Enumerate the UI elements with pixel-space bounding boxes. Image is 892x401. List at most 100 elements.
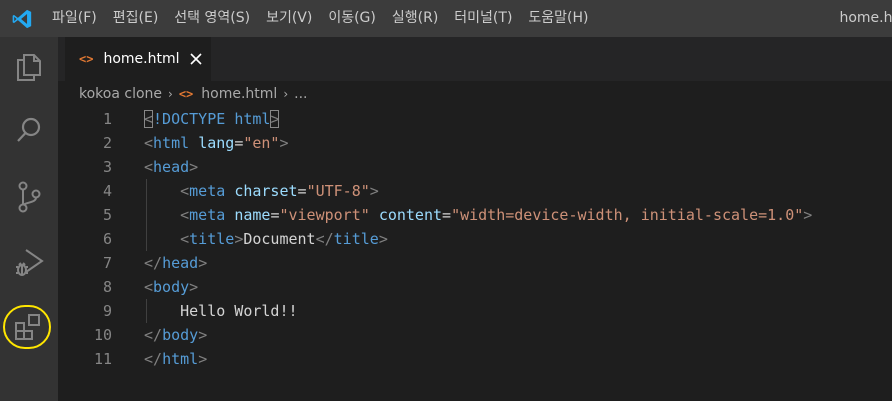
line-number: 5 <box>102 206 112 224</box>
code-line[interactable]: 2 <html lang="en"> <box>58 131 892 155</box>
code-token: < <box>144 134 154 152</box>
code-line[interactable]: 5 <meta name="viewport" content="width=d… <box>58 203 892 227</box>
code-token: < <box>144 278 154 296</box>
code-token: meta <box>189 182 235 200</box>
close-icon[interactable] <box>188 51 204 67</box>
code-token: "en" <box>243 134 280 152</box>
menu-item[interactable]: 도움말(H) <box>520 0 596 37</box>
code-line[interactable]: 8 <body> <box>58 275 892 299</box>
line-code: <html lang="en"> <box>144 131 289 155</box>
breadcrumb-folder[interactable]: kokoa clone <box>79 86 162 102</box>
html-file-icon: <> <box>79 52 94 66</box>
line-code: </html> <box>144 347 207 371</box>
activity-bar <box>0 37 58 401</box>
code-token: body <box>153 278 190 296</box>
line-number: 7 <box>102 254 112 272</box>
code-token: < <box>144 110 154 128</box>
code-token: Document <box>243 230 316 248</box>
line-number: 9 <box>102 302 112 320</box>
code-token: charset <box>234 182 298 200</box>
menu-item[interactable]: 이동(G) <box>320 0 384 37</box>
code-token: Hello World!! <box>144 302 298 320</box>
code-token: > <box>234 230 244 248</box>
search-icon[interactable] <box>0 107 58 155</box>
code-line[interactable]: 9 Hello World!! <box>58 299 892 323</box>
code-token: "UTF-8" <box>306 182 370 200</box>
line-number: 1 <box>102 110 112 128</box>
line-code: <body> <box>144 275 198 299</box>
run-debug-icon[interactable] <box>0 238 58 286</box>
window-title: home.ht <box>839 10 892 26</box>
code-token: > <box>189 278 199 296</box>
tab-label: home.html <box>103 51 180 67</box>
code-line[interactable]: 3 <head> <box>58 155 892 179</box>
code-token: > <box>279 134 289 152</box>
code-line[interactable]: 1 <!DOCTYPE html> <box>58 107 892 131</box>
code-token: !DOCTYPE <box>153 110 235 128</box>
code-token: > <box>803 206 813 224</box>
line-number: 11 <box>93 350 112 368</box>
line-code: <!DOCTYPE html> <box>144 107 280 131</box>
code-editor[interactable]: 1 <!DOCTYPE html> 2 <html lang="en"> 3 <head>… <box>58 107 892 401</box>
line-number: 3 <box>102 158 112 176</box>
code-token: html <box>153 134 199 152</box>
chevron-right-icon: › <box>168 87 173 101</box>
line-code: Hello World!! <box>144 299 298 323</box>
code-token: < <box>144 158 154 176</box>
code-token: = <box>297 182 307 200</box>
code-line[interactable]: 10 </body> <box>58 323 892 347</box>
html-file-icon: <> <box>178 87 194 101</box>
line-number: 8 <box>102 278 112 296</box>
breadcrumb-file[interactable]: home.html <box>201 86 277 102</box>
code-line[interactable]: 11 </html> <box>58 347 892 371</box>
code-token: > <box>189 158 199 176</box>
code-line[interactable]: 7 </head> <box>58 251 892 275</box>
line-code: </head> <box>144 251 207 275</box>
chevron-right-icon: › <box>283 87 289 101</box>
source-control-icon[interactable] <box>0 173 58 221</box>
line-number: 6 <box>102 230 112 248</box>
title-bar: 파일(F) 편집(E) 선택 영역(S) 보기(V) 이동(G) 실행(R) 터미널(T) 도… <box>0 0 892 37</box>
code-token: = <box>442 206 452 224</box>
vscode-logo-icon <box>0 0 44 37</box>
code-token: head <box>162 254 199 272</box>
menu-item[interactable]: 파일(F) <box>44 0 105 37</box>
code-line[interactable]: 6 <title>Document</title> <box>58 227 892 251</box>
code-token: </ <box>144 254 163 272</box>
line-code: </body> <box>144 323 207 347</box>
menu-item[interactable]: 편집(E) <box>105 0 167 37</box>
menu-item[interactable]: 선택 영역(S) <box>166 0 258 37</box>
menu-item[interactable]: 보기(V) <box>258 0 320 37</box>
vscode-window: 파일(F) 편집(E) 선택 영역(S) 보기(V) 이동(G) 실행(R) 터미널(T) 도… <box>0 0 892 401</box>
line-number: 2 <box>102 134 112 152</box>
code-token: lang <box>198 134 235 152</box>
code-token: content <box>378 206 443 224</box>
code-token: > <box>198 350 208 368</box>
code-token: title <box>333 230 379 248</box>
menu-item[interactable]: 실행(R) <box>384 0 446 37</box>
code-token: "width=device-width, initial-scale=1.0" <box>451 206 804 224</box>
code-token: name <box>234 206 271 224</box>
code-token: > <box>378 230 388 248</box>
files-icon[interactable] <box>0 43 58 91</box>
indent-guide <box>146 299 147 323</box>
code-token: > <box>369 182 379 200</box>
tab-home-html[interactable]: <> home.html <box>65 37 211 81</box>
code-token: body <box>162 326 199 344</box>
code-token: meta <box>189 206 235 224</box>
line-code: <head> <box>144 155 198 179</box>
code-token: > <box>198 326 208 344</box>
code-line[interactable]: 4 <meta charset="UTF-8"> <box>58 179 892 203</box>
code-token: </ <box>144 350 163 368</box>
breadcrumb-more[interactable]: ... <box>294 86 307 102</box>
menu-item[interactable]: 터미널(T) <box>446 0 520 37</box>
breadcrumb: kokoa clone › <> home.html › ... <box>79 81 307 107</box>
tab-bar: <> home.html <box>58 37 892 81</box>
code-token: html <box>234 110 271 128</box>
code-token: </ <box>315 230 334 248</box>
code-token: < <box>180 230 190 248</box>
